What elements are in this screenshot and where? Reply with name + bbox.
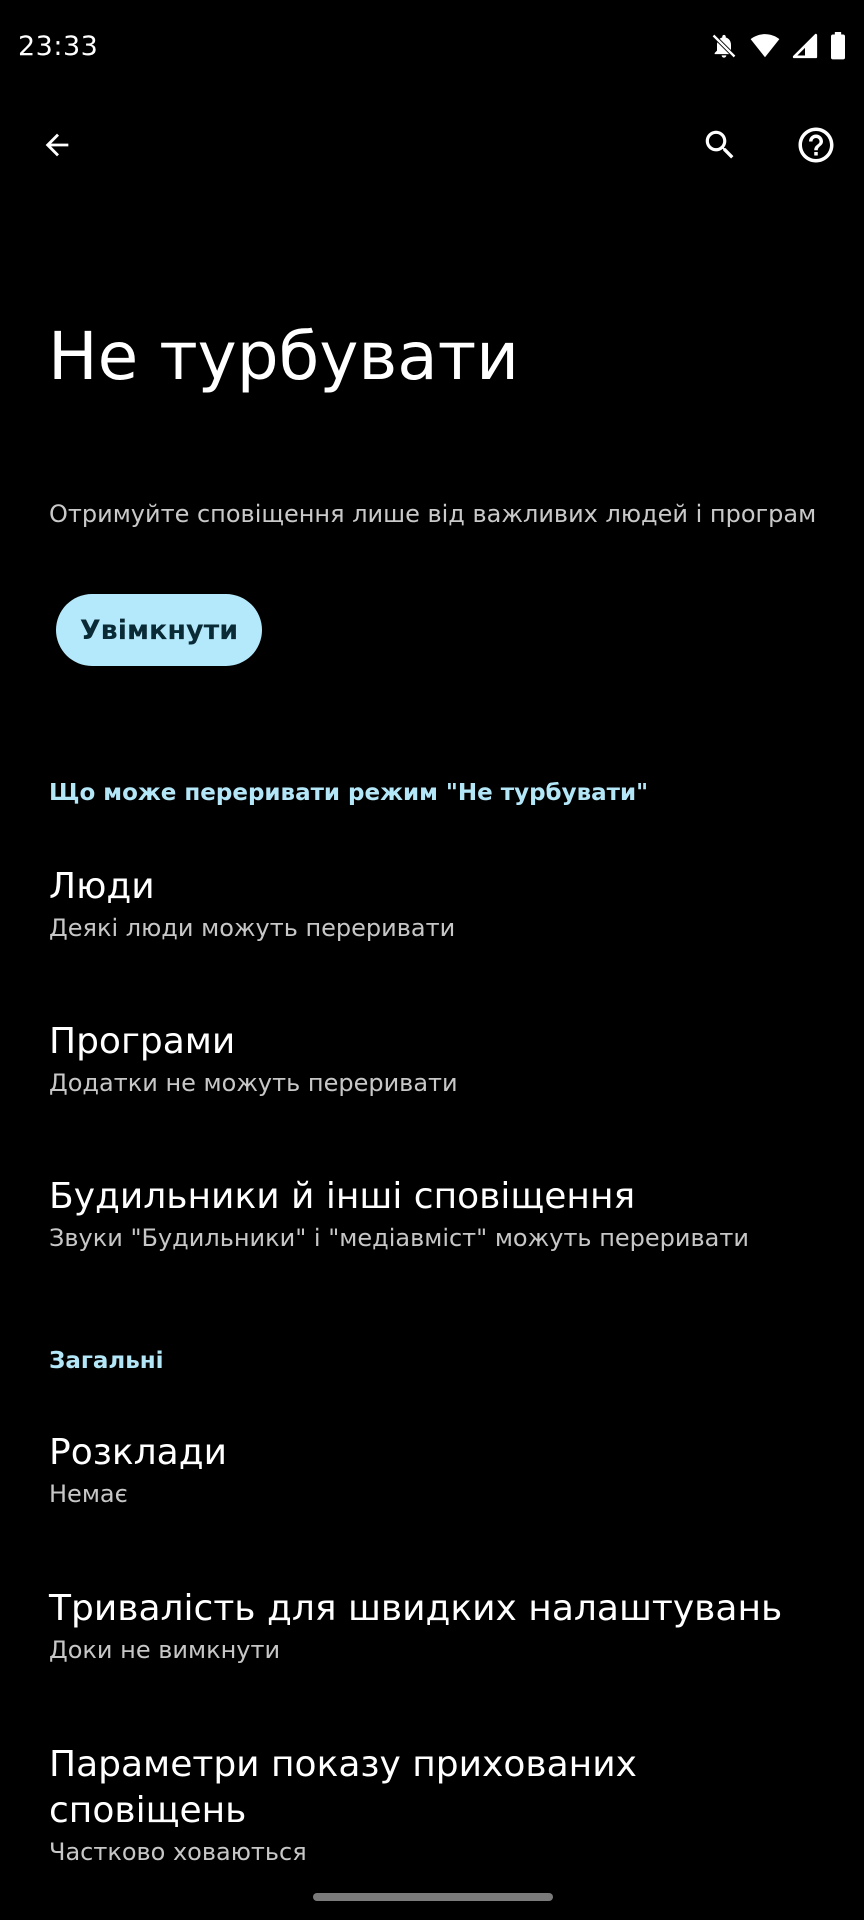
status-time: 23:33 — [18, 30, 99, 62]
section-header-interruptions: Що може переривати режим "Не турбувати" — [49, 780, 649, 806]
list-item-title: Розклади — [49, 1432, 227, 1473]
list-item-title: Люди — [49, 866, 155, 907]
list-item-title: Тривалість для швидких налаштувань — [49, 1588, 783, 1629]
list-item-hidden-notifications[interactable]: Параметри показу прихованих сповіщень Ча… — [0, 1742, 864, 1868]
list-item-people[interactable]: Люди Деякі люди можуть переривати — [0, 864, 864, 944]
notifications-off-icon — [710, 32, 738, 60]
list-item-title: Будильники й інші сповіщення — [49, 1176, 636, 1217]
wifi-icon — [750, 33, 780, 59]
back-arrow-icon — [40, 128, 74, 166]
top-app-bar — [0, 100, 864, 196]
list-item-title-line1: Параметри показу прихованих — [49, 1744, 637, 1785]
gesture-nav-handle[interactable] — [313, 1893, 553, 1901]
list-item-schedules[interactable]: Розклади Немає — [0, 1430, 864, 1510]
page-subtitle: Отримуйте сповіщення лише від важливих л… — [49, 500, 817, 528]
list-item-title: Програми — [49, 1021, 236, 1062]
help-button[interactable] — [780, 111, 852, 183]
do-not-disturb-screen: 23:33 Не турбувати Отримуйте сповіщення … — [0, 0, 864, 1920]
list-item-summary: Деякі люди можуть переривати — [49, 914, 456, 942]
section-header-general: Загальні — [49, 1348, 164, 1374]
search-icon — [701, 126, 739, 168]
list-item-summary: Немає — [49, 1480, 128, 1508]
status-icons — [710, 32, 846, 60]
search-button[interactable] — [684, 111, 756, 183]
cellular-signal-icon — [792, 33, 818, 59]
status-bar: 23:33 — [0, 0, 864, 92]
list-item-apps[interactable]: Програми Додатки не можуть переривати — [0, 1019, 864, 1099]
back-button[interactable] — [21, 111, 93, 183]
page-title: Не турбувати — [48, 318, 520, 395]
turn-on-button[interactable]: Увімкнути — [56, 594, 262, 666]
list-item-quick-settings-duration[interactable]: Тривалість для швидких налаштувань Доки … — [0, 1586, 864, 1666]
help-icon — [795, 124, 837, 170]
list-item-summary: Частково ховаються — [49, 1838, 307, 1866]
list-item-summary: Додатки не можуть переривати — [49, 1069, 458, 1097]
battery-icon — [830, 32, 846, 60]
list-item-summary: Звуки "Будильники" і "медіавміст" можуть… — [49, 1224, 749, 1252]
list-item-summary: Доки не вимкнути — [49, 1636, 281, 1664]
list-item-alarms[interactable]: Будильники й інші сповіщення Звуки "Буди… — [0, 1174, 864, 1254]
list-item-title-line2: сповіщень — [49, 1790, 247, 1831]
